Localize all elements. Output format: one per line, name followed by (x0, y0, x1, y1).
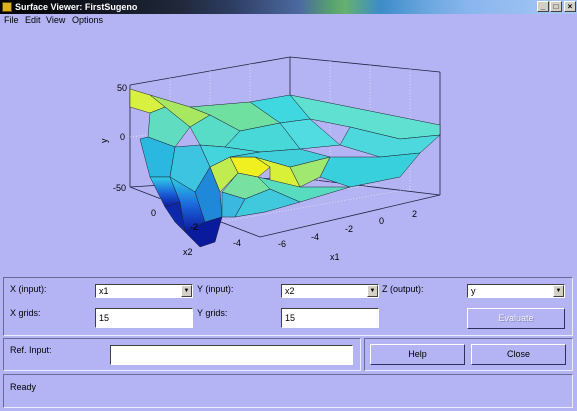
help-button[interactable]: Help (370, 344, 465, 365)
surface-plot[interactable]: 50 0 -50 y 0 -2 -4 x2 -6 -4 -2 0 2 x1 (0, 27, 577, 272)
surface-mesh (129, 88, 441, 248)
evaluate-button[interactable]: Evaluate (467, 308, 565, 329)
x-grids-field[interactable]: 15 (95, 308, 193, 328)
input-output-panel: X (input): x1 ▼ Y (input): x2 ▼ Z (outpu… (3, 277, 573, 336)
x2-tick-0: 0 (151, 208, 156, 218)
menu-view[interactable]: View (46, 15, 65, 26)
y-input-value: x2 (285, 286, 295, 296)
window-title: Surface Viewer: FirstSugeno (15, 2, 138, 12)
y-input-label: Y (input): (197, 284, 234, 294)
ref-input-field[interactable] (110, 345, 353, 365)
status-text: Ready (10, 382, 37, 392)
z-tick-0: 0 (120, 132, 125, 142)
menu-edit[interactable]: Edit (25, 15, 41, 26)
x-input-label: X (input): (10, 284, 47, 294)
x2-axis-label: x2 (183, 247, 193, 257)
x-grids-label: X grids: (10, 308, 41, 318)
title-bar[interactable]: Surface Viewer: FirstSugeno _ □ × (0, 0, 577, 14)
x2-tick-neg4: -4 (233, 238, 241, 248)
close-button[interactable]: Close (471, 344, 566, 365)
x1-tick-neg4: -4 (311, 232, 319, 242)
dropdown-arrow-icon[interactable]: ▼ (553, 285, 564, 297)
y-grids-field[interactable]: 15 (281, 308, 379, 328)
z-output-value: y (471, 286, 476, 296)
ref-input-label: Ref. Input: (10, 345, 52, 355)
x1-tick-2: 2 (412, 209, 417, 219)
x-input-select[interactable]: x1 ▼ (95, 284, 193, 298)
z-tick-neg50: -50 (113, 183, 126, 193)
z-output-select[interactable]: y ▼ (467, 284, 565, 298)
maximize-button[interactable]: □ (550, 1, 562, 12)
y-input-select[interactable]: x2 ▼ (281, 284, 379, 298)
x1-tick-neg2: -2 (345, 224, 353, 234)
help-close-panel: Help Close (364, 338, 573, 371)
x1-axis-label: x1 (330, 252, 340, 262)
y-grids-label: Y grids: (197, 308, 228, 318)
x1-tick-neg6: -6 (278, 239, 286, 249)
z-axis-label: y (99, 138, 109, 143)
dropdown-arrow-icon[interactable]: ▼ (181, 285, 192, 297)
ref-input-panel: Ref. Input: (3, 338, 361, 371)
z-tick-50: 50 (117, 83, 127, 93)
dropdown-arrow-icon[interactable]: ▼ (367, 285, 378, 297)
menu-bar: File Edit View Options (0, 14, 577, 27)
x2-tick-neg2: -2 (190, 222, 198, 232)
close-window-button[interactable]: × (564, 1, 576, 12)
matlab-app-icon (2, 2, 12, 12)
menu-file[interactable]: File (4, 15, 19, 26)
menu-options[interactable]: Options (72, 15, 103, 26)
minimize-button[interactable]: _ (537, 1, 549, 12)
x-input-value: x1 (99, 286, 109, 296)
x1-tick-0: 0 (379, 216, 384, 226)
z-output-label: Z (output): (382, 284, 424, 294)
status-panel: Ready (3, 374, 573, 408)
